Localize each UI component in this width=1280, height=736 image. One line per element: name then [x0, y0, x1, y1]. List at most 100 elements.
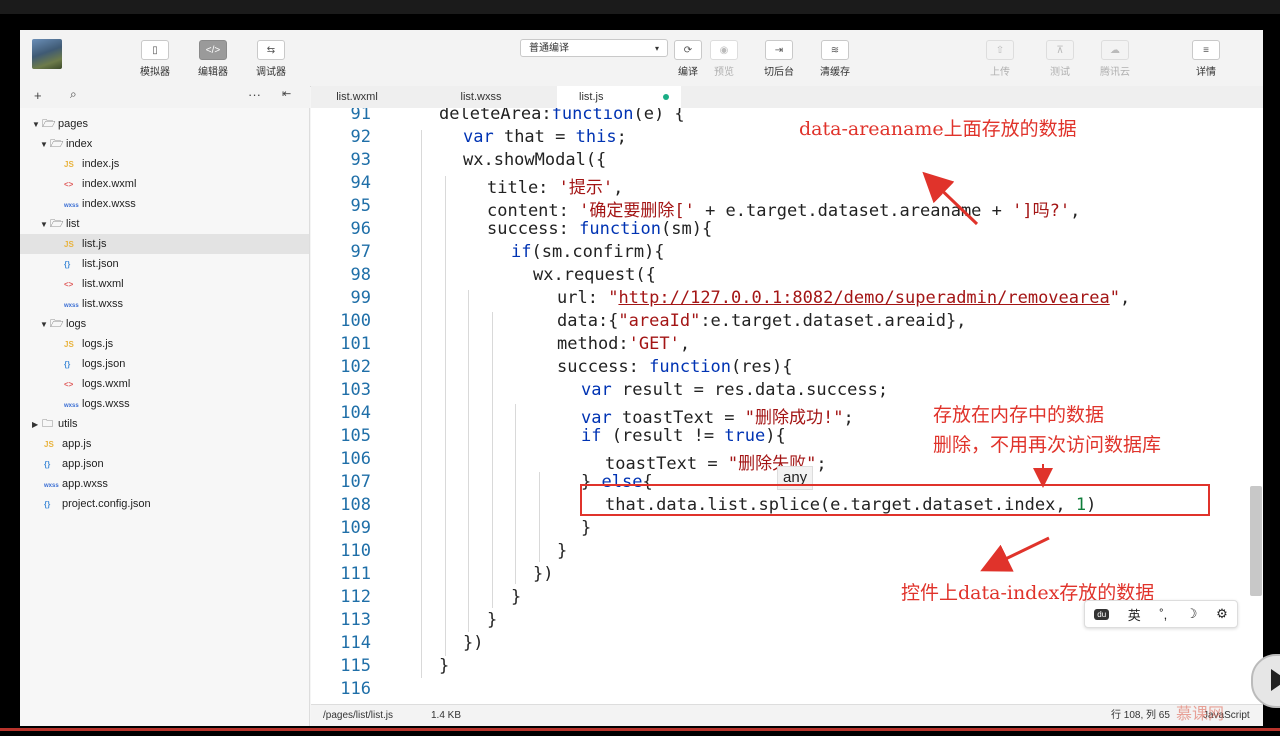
editor-tabs: list.wxml list.wxss list.js: [311, 86, 1263, 109]
editor-button[interactable]: </> 编辑器: [198, 40, 228, 78]
progress-bar: [0, 728, 1280, 731]
gear-icon[interactable]: ⚙: [1216, 606, 1228, 622]
preview-button[interactable]: ◉ 预览: [710, 40, 738, 78]
collapse-icon[interactable]: ⇤: [282, 87, 291, 100]
json-file-icon: {}: [64, 360, 71, 369]
tree-file[interactable]: JS logs.js: [64, 334, 302, 354]
avatar[interactable]: [32, 39, 62, 69]
arrow-to-areaname: [922, 171, 979, 226]
switch-background-icon: ⇥: [765, 40, 793, 60]
js-file-icon: JS: [44, 440, 54, 449]
tencent-cloud-button[interactable]: ☁ 腾讯云: [1100, 40, 1130, 78]
wxss-file-icon: wxss: [64, 203, 79, 209]
wxml-file-icon: <>: [64, 280, 74, 289]
tree-file[interactable]: {} list.json: [64, 254, 302, 274]
wxml-file-icon: <>: [64, 180, 74, 189]
tree-file[interactable]: wxss app.wxss: [44, 474, 302, 494]
arrow-to-index: [980, 536, 1050, 572]
tree-file[interactable]: {} logs.json: [64, 354, 302, 374]
folder-open-icon: 🗁: [42, 118, 56, 130]
tab-list-wxss[interactable]: list.wxss: [435, 86, 527, 108]
ime-punctuation-icon[interactable]: ˚,: [1159, 607, 1167, 622]
code-icon: </>: [199, 40, 227, 60]
file-tree: ▼ 🗁 pages ▼ 🗁 index JS index.js <> index.wxml …: [20, 108, 310, 726]
wxss-file-icon: wxss: [64, 403, 79, 409]
clear-cache-button[interactable]: ≋ 清缓存: [820, 40, 850, 78]
tree-file[interactable]: JS index.js: [64, 154, 302, 174]
flask-icon: ⊼: [1046, 40, 1074, 60]
ime-toolbar[interactable]: du 英 ˚, ☽ ⚙: [1084, 600, 1238, 628]
status-file-path: /pages/list/list.js: [323, 710, 394, 721]
wxss-file-icon: wxss: [44, 483, 59, 489]
tree-file[interactable]: JS app.js: [44, 434, 302, 454]
compile-button[interactable]: ⟳ 编译: [674, 40, 702, 78]
tree-folder-logs[interactable]: ▼ 🗁 logs: [40, 314, 302, 334]
folder-open-icon: 🗁: [50, 318, 64, 330]
tree-file[interactable]: {} project.config.json: [44, 494, 302, 514]
tab-list-wxml[interactable]: list.wxml: [311, 86, 403, 108]
status-file-size: 1.4 KB: [431, 710, 462, 721]
ime-language-toggle[interactable]: 英: [1128, 605, 1141, 624]
tree-file[interactable]: wxss logs.wxss: [64, 394, 302, 414]
tree-file[interactable]: wxss list.wxss: [64, 294, 302, 314]
tree-file[interactable]: <> list.wxml: [64, 274, 302, 294]
tree-folder-pages[interactable]: ▼ 🗁 pages: [32, 114, 302, 134]
tab-list-js[interactable]: list.js: [557, 86, 681, 108]
js-file-icon: JS: [64, 240, 74, 249]
more-icon[interactable]: ···: [248, 87, 261, 102]
js-file-icon: JS: [64, 160, 74, 169]
tree-file-selected[interactable]: JS list.js: [20, 234, 309, 254]
chevron-down-icon: ▼: [32, 120, 40, 129]
tree-file[interactable]: <> logs.wxml: [64, 374, 302, 394]
debug-icon: ⇆: [257, 40, 285, 60]
watermark-logo: 慕课网: [1176, 706, 1225, 723]
chevron-down-icon: ▼: [40, 320, 48, 329]
wxss-file-icon: wxss: [64, 303, 79, 309]
tree-folder-list[interactable]: ▼ 🗁 list: [40, 214, 302, 234]
debugger-button[interactable]: ⇆ 调试器: [256, 40, 286, 78]
folder-icon: 🗀: [42, 418, 53, 430]
ime-logo-icon: du: [1094, 608, 1110, 620]
chevron-down-icon: ▼: [40, 220, 48, 229]
search-icon[interactable]: ⌕: [70, 87, 77, 102]
moon-icon[interactable]: ☽: [1186, 606, 1198, 622]
phone-icon: ▯: [141, 40, 169, 60]
chevron-down-icon: ▾: [654, 44, 659, 53]
json-file-icon: {}: [64, 260, 71, 269]
unsaved-dot-icon: [663, 94, 669, 100]
editor-scrollbar[interactable]: [1250, 486, 1262, 596]
upload-icon: ⇧: [986, 40, 1014, 60]
tree-file[interactable]: <> index.wxml: [64, 174, 302, 194]
js-file-icon: JS: [64, 340, 74, 349]
chevron-down-icon: ▼: [40, 140, 48, 149]
tree-folder-utils[interactable]: ▶ 🗀 utils: [32, 414, 302, 434]
eye-icon: ◉: [710, 40, 738, 60]
add-icon[interactable]: +: [34, 88, 42, 103]
test-button[interactable]: ⊼ 测试: [1046, 40, 1074, 78]
details-button[interactable]: ≡ 详情: [1192, 40, 1220, 78]
json-file-icon: {}: [44, 460, 51, 469]
refresh-icon: ⟳: [674, 40, 702, 60]
folder-open-icon: 🗁: [50, 138, 64, 150]
cloud-icon: ☁: [1101, 40, 1129, 60]
toolbar: ▯ 模拟器 </> 编辑器 ⇆ 调试器 普通编译 ▾ ⟳ 编译 ◉ 预览 ⇥ 切…: [20, 30, 1263, 87]
tree-file[interactable]: wxss index.wxss: [64, 194, 302, 214]
background-button[interactable]: ⇥ 切后台: [764, 40, 794, 78]
code-editor[interactable]: 91 92 93 94 95 96 97 98 99 100 101 102 103 104 105 106 1…: [311, 108, 1263, 704]
menu-icon: ≡: [1192, 40, 1220, 60]
window-top-bar: [0, 0, 1280, 14]
status-bar: /pages/list/list.js 1.4 KB 行 108, 列 65 J…: [311, 704, 1263, 726]
layers-icon: ≋: [821, 40, 849, 60]
wxml-file-icon: <>: [64, 380, 74, 389]
chevron-right-icon: ▶: [32, 420, 39, 429]
folder-open-icon: 🗁: [50, 218, 64, 230]
simulator-button[interactable]: ▯ 模拟器: [140, 40, 170, 78]
sidebar-header: + ⌕ ··· ⇤: [20, 86, 310, 109]
tree-file[interactable]: {} app.json: [44, 454, 302, 474]
upload-button[interactable]: ⇧ 上传: [986, 40, 1014, 78]
tree-folder-index[interactable]: ▼ 🗁 index: [40, 134, 302, 154]
ide-window: ▯ 模拟器 </> 编辑器 ⇆ 调试器 普通编译 ▾ ⟳ 编译 ◉ 预览 ⇥ 切…: [20, 30, 1263, 726]
json-file-icon: {}: [44, 500, 51, 509]
compile-mode-select[interactable]: 普通编译 ▾: [520, 39, 668, 57]
status-cursor-position: 行 108, 列 65: [1111, 710, 1170, 721]
